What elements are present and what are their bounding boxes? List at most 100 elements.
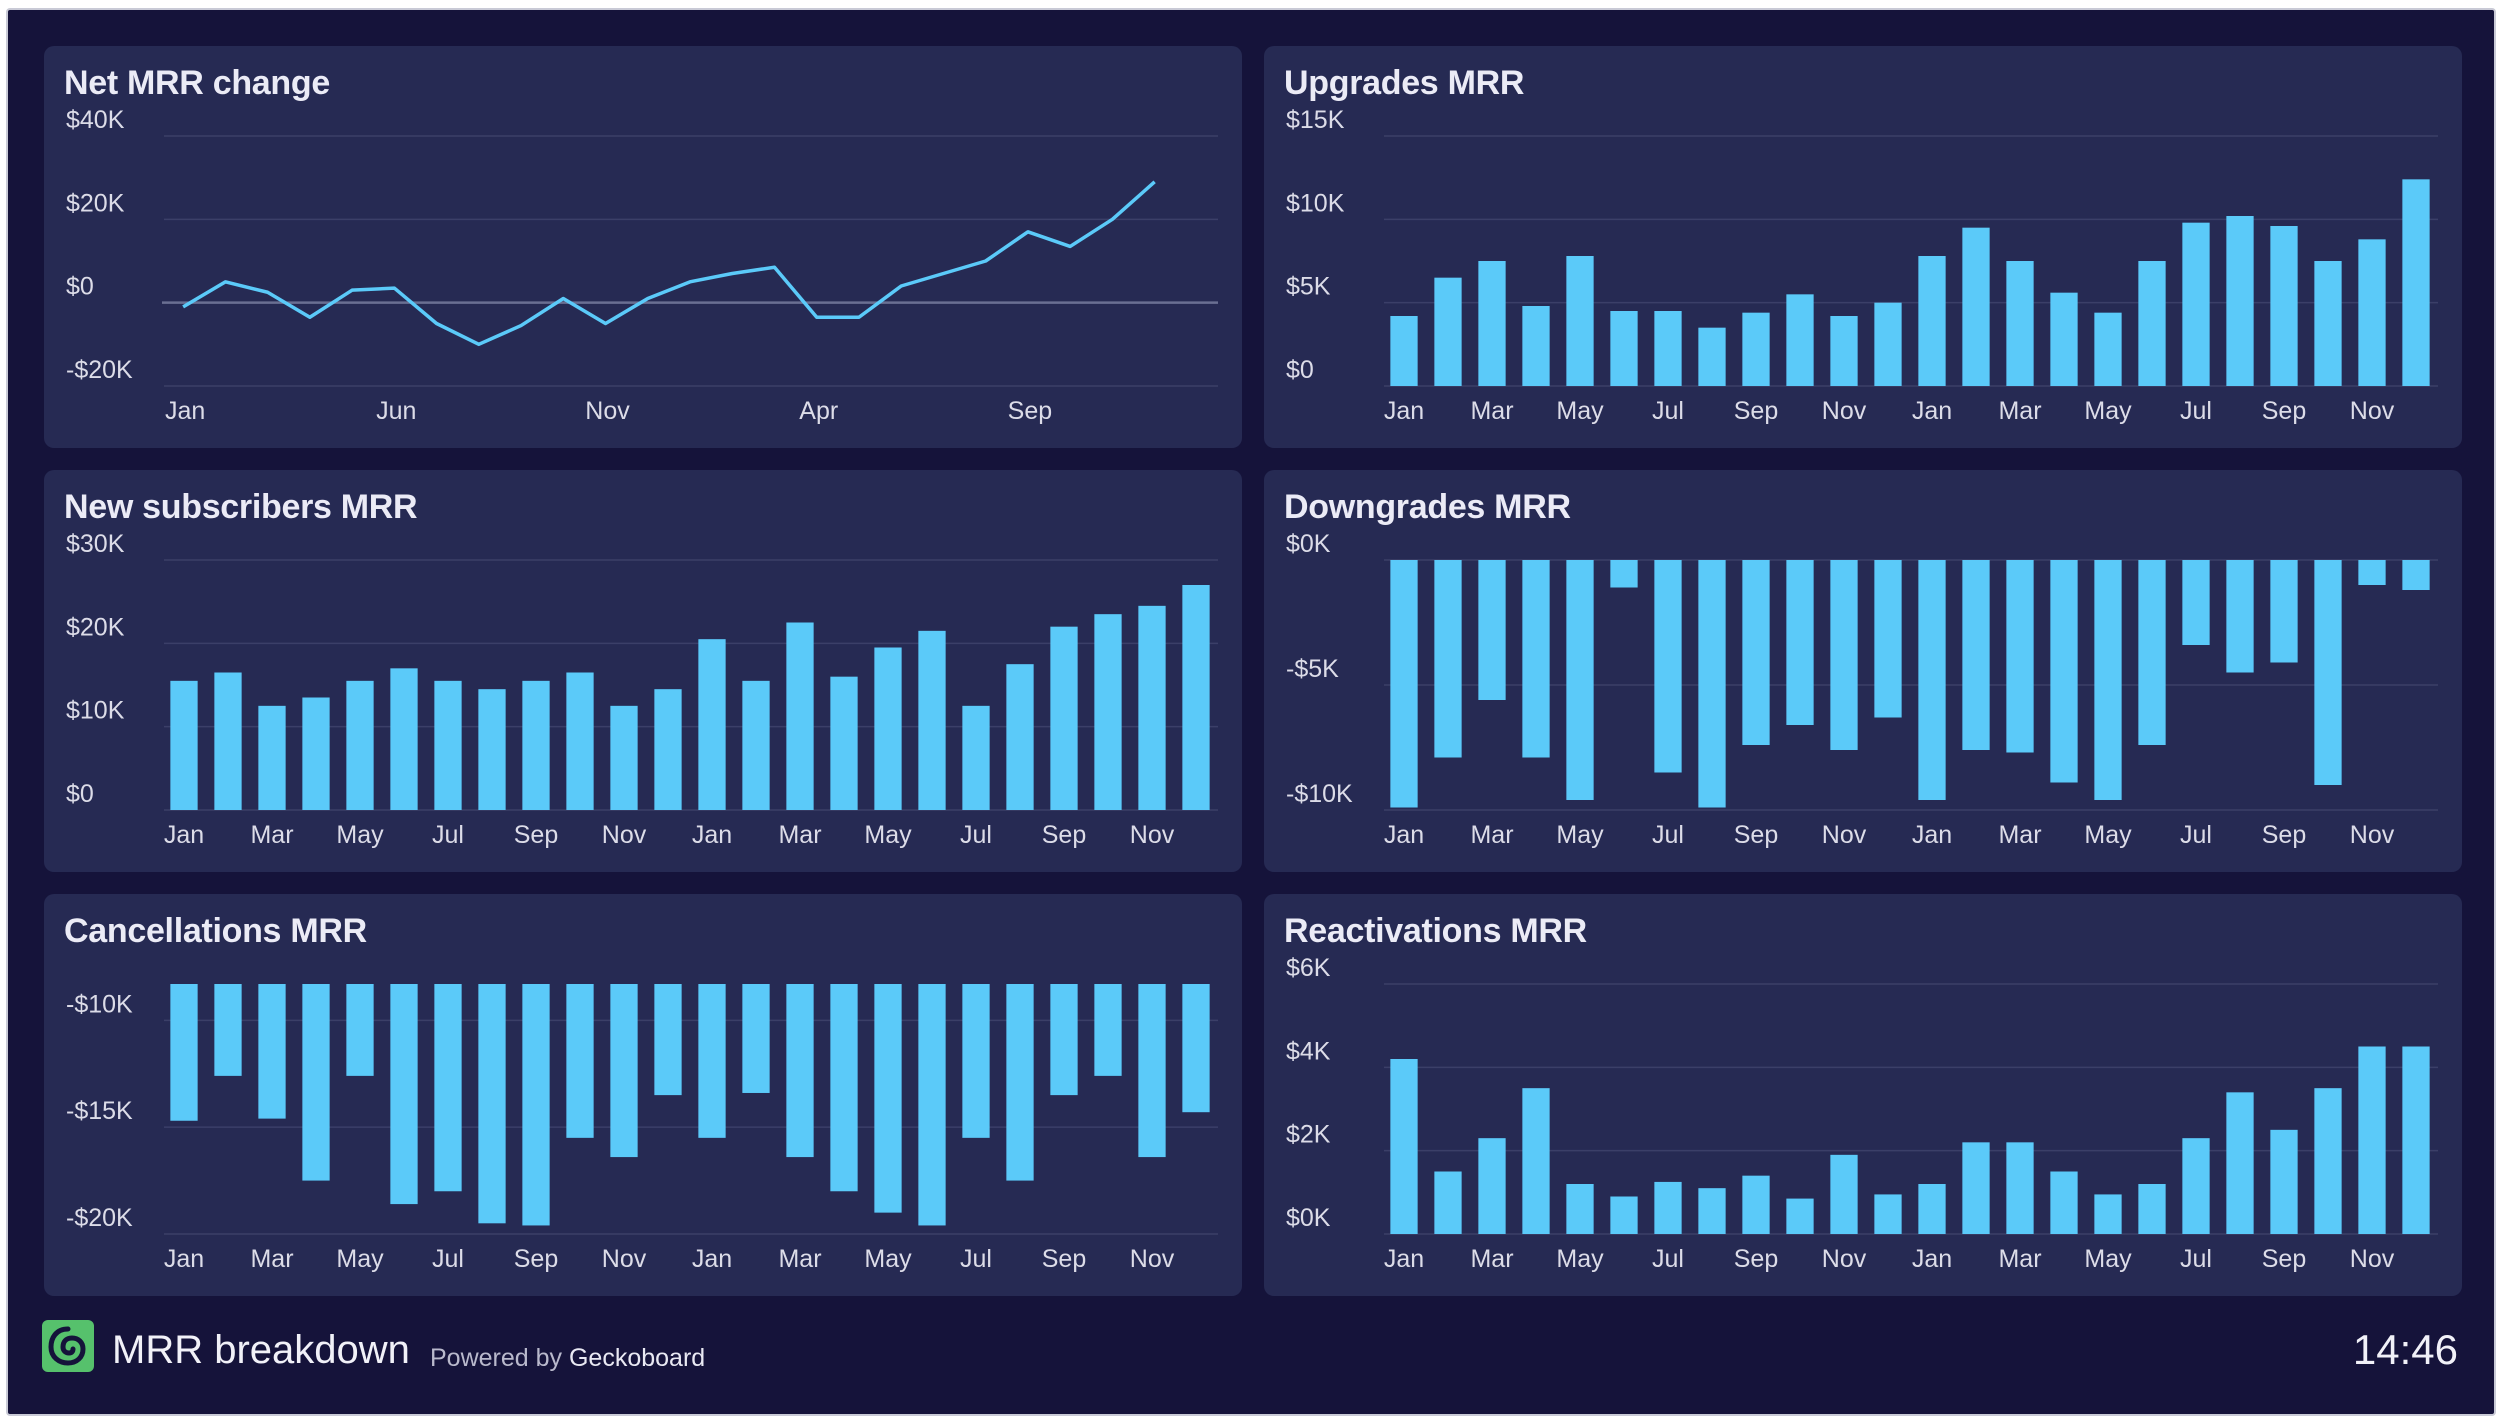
bar [2006,261,2034,386]
bar [214,672,242,810]
panel-reactivations-mrr: Reactivations MRR $6K $4K $2K $0K Jan Mar May J… [1264,894,2462,1296]
x-tick-label: Jun [376,397,416,425]
dashboard-frame: Net MRR change $40K $20K $0 -$20K Jan Jun Nov A… [6,8,2496,1416]
x-tick-label: Mar [1470,1245,1513,1273]
bar [1138,984,1166,1158]
bar [1006,984,1034,1181]
x-tick-label: Nov [585,397,630,425]
x-tick-label: Jul [1652,1245,1684,1273]
bar [962,984,990,1138]
bar [434,680,462,810]
bar [962,705,990,810]
bar [2094,1194,2122,1234]
bar [1050,984,1078,1096]
bar [2314,261,2342,386]
bar [786,622,814,810]
bar [1830,1154,1858,1234]
bar [786,984,814,1158]
bar [522,680,550,810]
bar [1094,614,1122,810]
clock-time: 14:46 [2352,1326,2458,1373]
bar [2270,1129,2298,1234]
bar [2094,560,2122,800]
bar [478,689,506,810]
bar [698,639,726,810]
x-tick-label: Nov [602,821,647,849]
panel-upgrades-mrr: Upgrades MRR $15K $10K $5K $0 Jan Mar May Jul Se… [1264,46,2462,448]
bar [1874,560,1902,718]
y-tick-label: $20K [66,613,125,641]
bar [1742,312,1770,386]
cancellations-mrr-chart: -$10K -$15K -$20K Jan Mar May Jul Sep Nov Jan Mar M… [66,984,1218,1273]
bar [566,984,594,1138]
series-line [182,180,1156,347]
bar [302,697,330,810]
net-mrr-change-chart: $40K $20K $0 -$20K Jan Jun Nov Apr Sep [66,106,1218,425]
x-tick-label: Sep [2262,1245,2306,1273]
x-tick-label: May [1556,397,1604,425]
x-tick-label: May [336,1245,384,1273]
bar [1918,256,1946,386]
bar [830,984,858,1192]
bar [2226,216,2254,386]
x-tick-label: May [2084,1245,2132,1273]
y-tick-label: $0 [66,273,94,301]
x-tick-label: Mar [1998,821,2041,849]
bar [1182,585,1210,810]
bar [1610,1196,1638,1234]
dashboard-footer: MRR breakdown Powered by Geckoboard 14:4… [8,1304,2494,1414]
x-tick-label: Jul [432,1245,464,1273]
bar [742,984,770,1093]
x-tick-label: Nov [1822,1245,1867,1273]
x-tick-label: Nov [2350,821,2395,849]
bar [1786,294,1814,386]
geckoboard-logo-icon [42,1320,94,1372]
x-tick-label: Jul [432,821,464,849]
bar [170,984,198,1121]
bar [1874,1194,1902,1234]
x-tick-label: Jul [2180,1245,2212,1273]
x-tick-label: Nov [1130,1245,1175,1273]
x-tick-label: May [864,1245,912,1273]
x-tick-label: Mar [778,1245,821,1273]
bar [2050,560,2078,783]
bar [1698,327,1726,386]
x-tick-label: Sep [1008,397,1052,425]
bar [918,984,946,1226]
downgrades-mrr-chart: $0K -$5K -$10K Jan Mar May Jul Sep Nov Jan Mar May J… [1286,530,2438,849]
bar [1786,1198,1814,1234]
x-tick-label: Mar [250,1245,293,1273]
x-tick-label: Jan [1384,821,1424,849]
x-tick-label: Sep [1042,821,1086,849]
x-tick-label: Jul [2180,397,2212,425]
bar [1478,1138,1506,1234]
x-tick-label: May [2084,821,2132,849]
bar [1434,277,1462,386]
y-tick-label: -$5K [1286,655,1339,683]
bar [1698,560,1726,808]
bar [610,705,638,810]
bar [1478,560,1506,700]
x-tick-label: Sep [1734,1245,1778,1273]
y-tick-label: $0 [1286,356,1314,384]
x-tick-label: Mar [778,821,821,849]
bar [2094,312,2122,386]
y-tick-label: $40K [66,106,125,134]
x-tick-label: Jan [692,1245,732,1273]
bar [2358,1046,2386,1234]
bar [2314,1088,2342,1234]
panel-downgrades-mrr: Downgrades MRR $0K -$5K -$10K Jan Mar May Jul S… [1264,470,2462,872]
bar [1522,1088,1550,1234]
y-tick-label: $2K [1286,1121,1331,1149]
x-tick-label: Jan [1912,1245,1952,1273]
bar [1654,1181,1682,1234]
powered-by-prefix: Powered by [430,1344,563,1372]
x-tick-label: May [1556,821,1604,849]
x-tick-label: May [1556,1245,1604,1273]
bar [1830,316,1858,386]
panel-cancellations-mrr: Cancellations MRR -$10K -$15K -$20K Jan Mar M… [44,894,1242,1296]
bar [2314,560,2342,785]
x-tick-label: Mar [1470,397,1513,425]
bar [1654,560,1682,773]
bar [2402,179,2430,386]
